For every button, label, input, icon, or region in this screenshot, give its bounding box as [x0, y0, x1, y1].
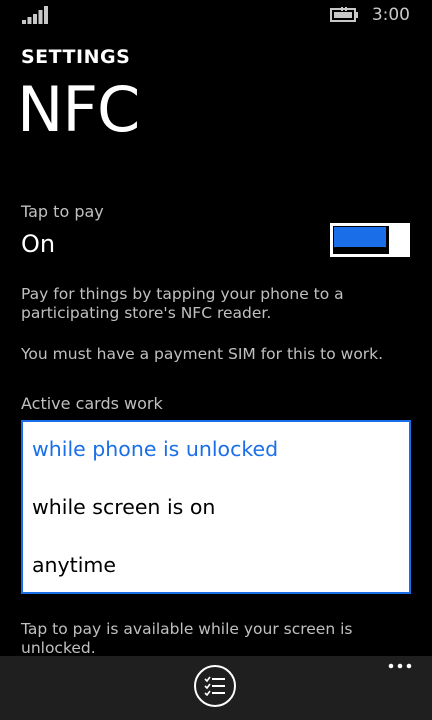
app-bar — [0, 656, 432, 720]
clock: 3:00 — [371, 5, 410, 25]
more-options-icon[interactable] — [388, 662, 412, 670]
section-label: SETTINGS — [21, 46, 131, 68]
tap-to-pay-state: On — [21, 230, 56, 258]
option-while-phone-unlocked[interactable]: while phone is unlocked — [32, 437, 278, 461]
pay-description: Pay for things by tapping your phone to … — [21, 285, 344, 322]
manage-list-icon — [204, 676, 225, 696]
toggle-thumb[interactable] — [392, 223, 410, 257]
active-cards-picker[interactable]: while phone is unlocked while screen is … — [21, 420, 411, 594]
manage-list-button[interactable] — [194, 665, 236, 707]
tap-to-pay-label: Tap to pay — [21, 202, 104, 221]
sim-requirement-note: You must have a payment SIM for this to … — [21, 345, 384, 363]
tap-to-pay-toggle[interactable] — [330, 223, 410, 257]
battery-charging-icon — [330, 7, 358, 22]
option-while-screen-on[interactable]: while screen is on — [32, 495, 215, 519]
signal-strength-icon — [22, 6, 48, 24]
active-cards-label: Active cards work — [21, 394, 163, 413]
status-bar: 3:00 — [0, 0, 432, 32]
option-anytime[interactable]: anytime — [32, 553, 116, 577]
availability-note: Tap to pay is available while your scree… — [21, 620, 353, 657]
toggle-fill — [334, 227, 386, 247]
page-title: NFC — [17, 73, 140, 146]
